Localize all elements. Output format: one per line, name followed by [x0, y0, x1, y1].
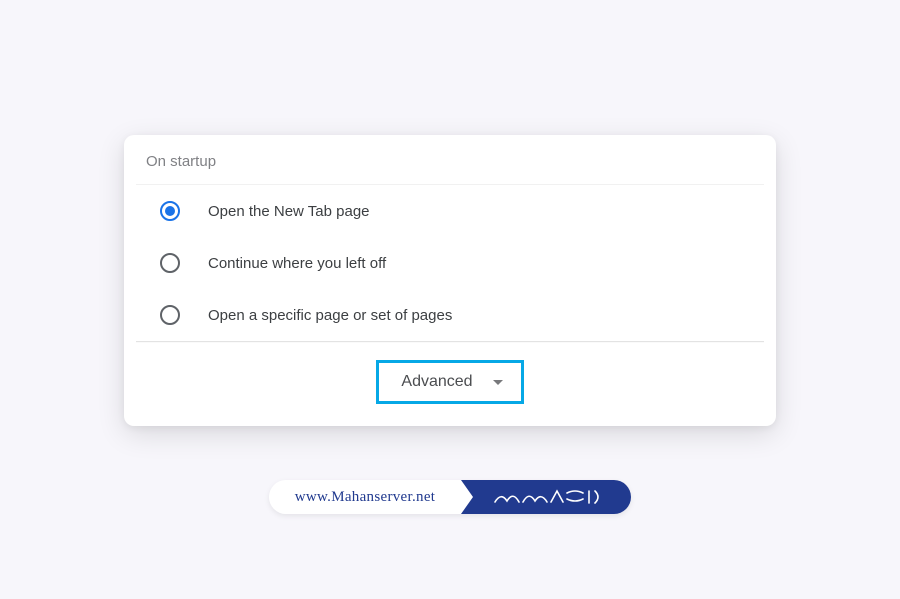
advanced-button[interactable]: Advanced: [376, 360, 523, 404]
advanced-section: Advanced: [124, 360, 776, 404]
footer-url[interactable]: www.Mahanserver.net: [269, 480, 462, 514]
caret-down-icon: [493, 380, 503, 385]
radio-icon: [160, 305, 180, 325]
brand-logo-icon: [493, 487, 603, 507]
section-title: On startup: [124, 153, 776, 184]
option-label: Open the New Tab page: [208, 203, 370, 220]
radio-icon: [160, 201, 180, 221]
advanced-label: Advanced: [401, 373, 472, 391]
startup-option-new-tab[interactable]: Open the New Tab page: [136, 185, 764, 237]
startup-options-list: Open the New Tab page Continue where you…: [136, 184, 764, 342]
startup-option-specific-page[interactable]: Open a specific page or set of pages: [136, 289, 764, 341]
footer-badge: www.Mahanserver.net: [269, 480, 632, 514]
radio-icon: [160, 253, 180, 273]
settings-card: On startup Open the New Tab page Continu…: [124, 135, 776, 426]
startup-option-continue[interactable]: Continue where you left off: [136, 237, 764, 289]
option-label: Continue where you left off: [208, 255, 386, 272]
radio-dot-icon: [165, 206, 175, 216]
option-label: Open a specific page or set of pages: [208, 307, 452, 324]
footer-logo: [461, 480, 631, 514]
